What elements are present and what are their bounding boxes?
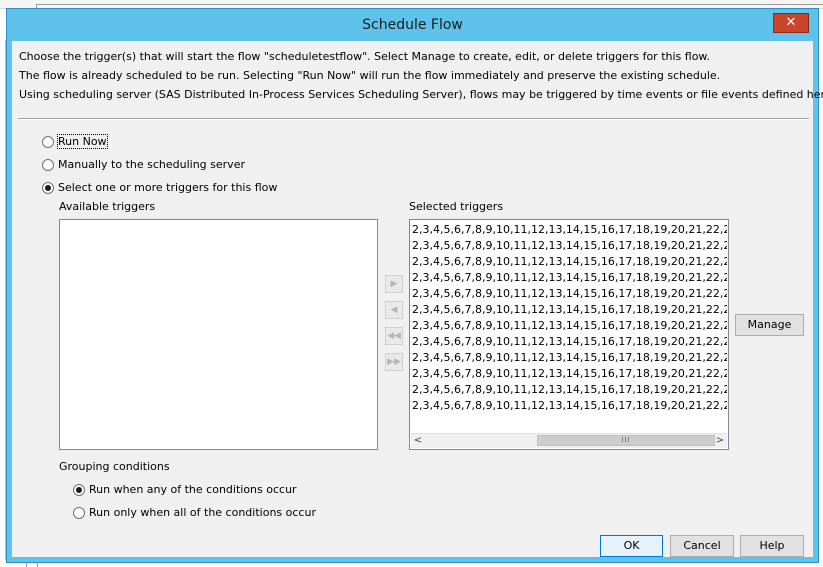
selected-trigger-item[interactable]: 2,3,4,5,6,7,8,9,10,11,12,13,14,15,16,17,… (411, 398, 727, 414)
ok-button[interactable]: OK (600, 535, 663, 557)
selected-trigger-item[interactable]: 2,3,4,5,6,7,8,9,10,11,12,13,14,15,16,17,… (411, 350, 727, 366)
radio-grouping-any-label: Run when any of the conditions occur (89, 483, 297, 496)
selected-triggers-label: Selected triggers (409, 200, 504, 213)
chevron-right-icon[interactable]: > (713, 434, 727, 448)
radio-grouping-all[interactable]: Run only when all of the conditions occu… (73, 506, 316, 519)
cancel-button[interactable]: Cancel (670, 535, 734, 557)
selected-trigger-item[interactable]: 2,3,4,5,6,7,8,9,10,11,12,13,14,15,16,17,… (411, 366, 727, 382)
scrollbar-grip-icon: III (621, 436, 631, 444)
grouping-conditions-label: Grouping conditions (59, 460, 170, 473)
remove-arrow-icon: ◀ (390, 305, 398, 315)
radio-manual-circle[interactable] (42, 158, 54, 171)
selected-trigger-item[interactable]: 2,3,4,5,6,7,8,9,10,11,12,13,14,15,16,17,… (411, 254, 727, 270)
radio-run-now-label: Run Now (57, 134, 108, 149)
close-icon: ✕ (785, 15, 797, 30)
remove-trigger-button[interactable]: ◀ (385, 301, 403, 319)
remove-all-triggers-button[interactable]: ◀◀ (385, 327, 403, 345)
radio-triggers[interactable]: Select one or more triggers for this flo… (42, 181, 277, 194)
available-triggers-label: Available triggers (59, 200, 156, 213)
chevron-left-icon[interactable]: < (411, 434, 425, 448)
add-arrow-icon: ▶ (390, 279, 398, 289)
add-trigger-button[interactable]: ▶ (385, 275, 403, 293)
add-all-triggers-button[interactable]: ▶▶ (385, 353, 403, 371)
scrollbar-thumb[interactable]: III (537, 435, 715, 446)
radio-run-now-circle[interactable] (42, 135, 54, 148)
selected-trigger-item[interactable]: 2,3,4,5,6,7,8,9,10,11,12,13,14,15,16,17,… (411, 302, 727, 318)
selected-trigger-item[interactable]: 2,3,4,5,6,7,8,9,10,11,12,13,14,15,16,17,… (411, 238, 727, 254)
available-triggers-list[interactable] (59, 219, 378, 450)
selected-trigger-item[interactable]: 2,3,4,5,6,7,8,9,10,11,12,13,14,15,16,17,… (411, 334, 727, 350)
radio-run-now[interactable]: Run Now (42, 134, 108, 149)
radio-grouping-any-circle[interactable] (73, 483, 85, 496)
horizontal-scrollbar[interactable]: < III > (411, 433, 727, 448)
add-all-arrow-icon: ▶▶ (387, 357, 401, 367)
radio-grouping-all-circle[interactable] (73, 506, 85, 519)
close-button[interactable]: ✕ (773, 13, 809, 33)
dialog-title: Schedule Flow (362, 17, 463, 33)
separator (18, 118, 809, 120)
selected-trigger-item[interactable]: 2,3,4,5,6,7,8,9,10,11,12,13,14,15,16,17,… (411, 318, 727, 334)
description-line-3: Using scheduling server (SAS Distributed… (19, 88, 823, 101)
radio-grouping-any[interactable]: Run when any of the conditions occur (73, 483, 297, 496)
title-bar[interactable]: Schedule Flow ✕ (7, 9, 818, 41)
schedule-flow-dialog: Schedule Flow ✕ Choose the trigger(s) th… (6, 8, 823, 563)
selected-triggers-list[interactable]: 2,3,4,5,6,7,8,9,10,11,12,13,14,15,16,17,… (409, 219, 729, 450)
selected-triggers-items: 2,3,4,5,6,7,8,9,10,11,12,13,14,15,16,17,… (411, 222, 727, 414)
radio-manual-label: Manually to the scheduling server (58, 158, 245, 171)
dialog-body: Choose the trigger(s) that will start th… (12, 41, 823, 557)
radio-triggers-label: Select one or more triggers for this flo… (58, 181, 278, 194)
selected-trigger-item[interactable]: 2,3,4,5,6,7,8,9,10,11,12,13,14,15,16,17,… (411, 222, 727, 238)
description-line-1: Choose the trigger(s) that will start th… (19, 50, 710, 63)
manage-button[interactable]: Manage (735, 314, 804, 336)
help-button[interactable]: Help (740, 535, 804, 557)
description-line-2: The flow is already scheduled to be run.… (19, 69, 721, 82)
radio-grouping-all-label: Run only when all of the conditions occu… (89, 506, 316, 519)
radio-manual[interactable]: Manually to the scheduling server (42, 158, 245, 171)
remove-all-arrow-icon: ◀◀ (387, 331, 401, 341)
selected-trigger-item[interactable]: 2,3,4,5,6,7,8,9,10,11,12,13,14,15,16,17,… (411, 382, 727, 398)
radio-triggers-circle[interactable] (42, 181, 54, 194)
selected-trigger-item[interactable]: 2,3,4,5,6,7,8,9,10,11,12,13,14,15,16,17,… (411, 286, 727, 302)
selected-trigger-item[interactable]: 2,3,4,5,6,7,8,9,10,11,12,13,14,15,16,17,… (411, 270, 727, 286)
